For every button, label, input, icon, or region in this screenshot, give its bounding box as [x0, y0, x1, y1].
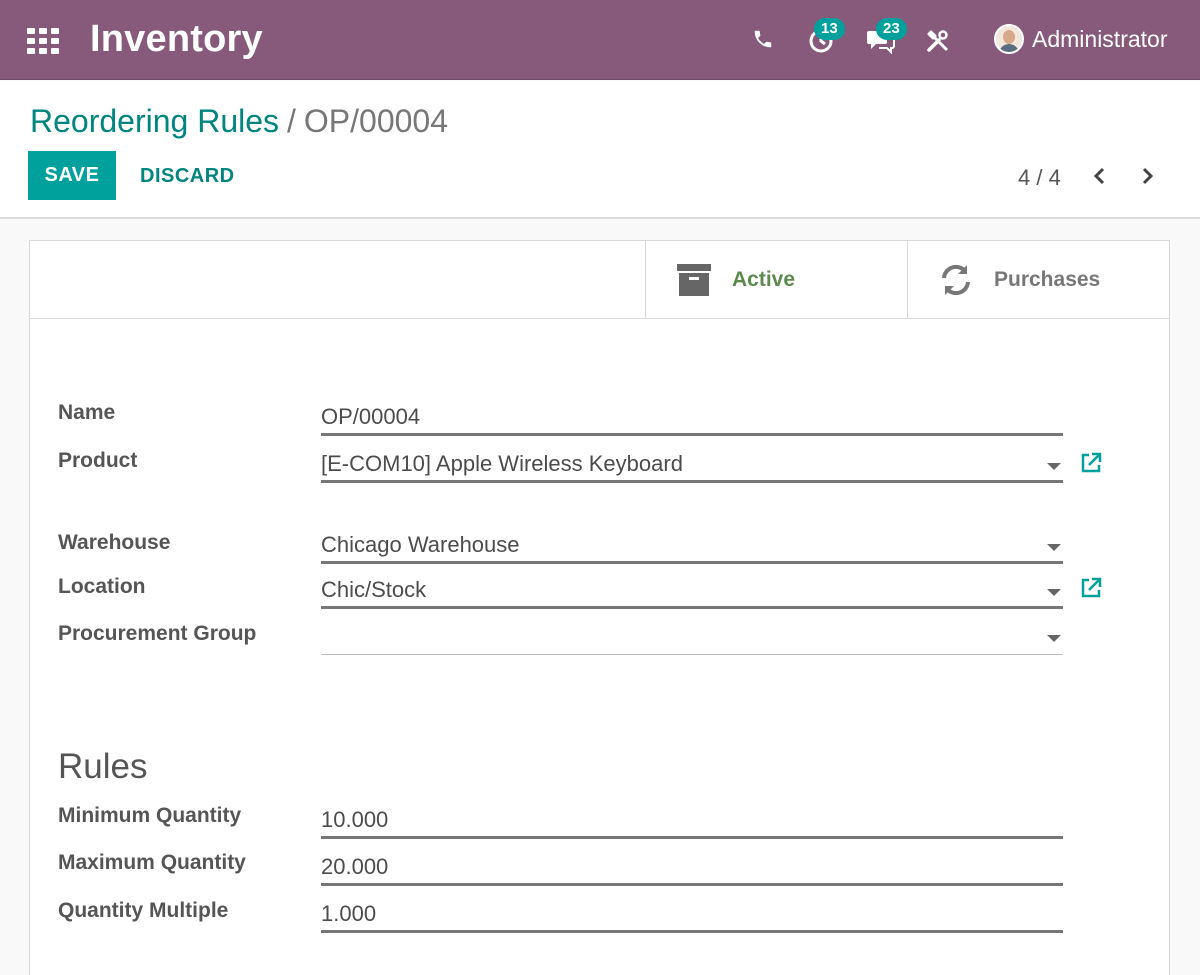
save-button[interactable]: SAVE [28, 151, 116, 200]
avatar [994, 24, 1024, 54]
pager-next-button[interactable] [1135, 161, 1159, 191]
chat-icon[interactable]: 23 [866, 18, 907, 54]
form-sheet: Active Purchases Name OP/00004 Product [… [29, 240, 1170, 975]
procurement-group-field[interactable] [321, 615, 1063, 655]
active-label: Active [732, 267, 796, 291]
product-label: Product [58, 449, 138, 472]
breadcrumb-parent-link[interactable]: Reordering Rules [30, 103, 279, 139]
user-menu[interactable]: Administrator [994, 24, 1167, 54]
chevron-right-icon [1142, 167, 1154, 185]
dropdown-caret-icon[interactable] [1047, 463, 1061, 470]
external-link-icon[interactable] [1079, 451, 1103, 475]
maximum-quantity-label: Maximum Quantity [58, 851, 246, 874]
location-field[interactable]: Chic/Stock [321, 569, 1063, 609]
maximum-quantity-field[interactable]: 20.000 [321, 846, 1063, 886]
name-label: Name [58, 401, 116, 424]
refresh-icon [942, 264, 970, 295]
quantity-multiple-field[interactable]: 1.000 [321, 893, 1063, 933]
message-count-badge: 23 [876, 18, 907, 40]
activity-clock-icon[interactable]: 13 [808, 18, 845, 54]
pager-previous-button[interactable] [1088, 161, 1112, 191]
breadcrumb: Reordering Rules / OP/00004 [30, 103, 448, 140]
breadcrumb-separator: / [287, 103, 296, 139]
breadcrumb-current: OP/00004 [303, 103, 449, 139]
minimum-quantity-value: 10.000 [321, 807, 389, 832]
apps-icon[interactable] [27, 28, 59, 54]
minimum-quantity-label: Minimum Quantity [58, 804, 242, 827]
rules-section-title: Rules [58, 747, 148, 786]
top-navbar: Inventory 13 23 Administrator [0, 0, 1200, 80]
warehouse-label: Warehouse [58, 531, 171, 554]
warehouse-field[interactable]: Chicago Warehouse [321, 524, 1063, 564]
phone-icon[interactable] [752, 28, 774, 50]
maximum-quantity-value: 20.000 [321, 854, 389, 879]
dropdown-caret-icon[interactable] [1047, 544, 1061, 551]
warehouse-value: Chicago Warehouse [321, 532, 520, 557]
dropdown-caret-icon[interactable] [1047, 635, 1061, 642]
product-field[interactable]: [E-COM10] Apple Wireless Keyboard [321, 443, 1063, 483]
quantity-multiple-label: Quantity Multiple [58, 899, 229, 922]
quantity-multiple-value: 1.000 [321, 901, 377, 926]
active-toggle-button[interactable]: Active [645, 241, 907, 318]
external-link-icon[interactable] [1079, 576, 1103, 600]
tools-icon[interactable] [926, 29, 950, 53]
control-panel: Reordering Rules / OP/00004 SAVE DISCARD 4… [0, 81, 1200, 219]
purchases-label: Purchases [994, 267, 1101, 291]
product-value: [E-COM10] Apple Wireless Keyboard [321, 451, 683, 476]
pager-value[interactable]: 4 / 4 [1018, 165, 1061, 191]
archive-icon [677, 263, 711, 296]
chevron-left-icon [1093, 167, 1105, 185]
activity-count-badge: 13 [814, 18, 845, 40]
user-name: Administrator [1032, 25, 1168, 52]
name-field[interactable]: OP/00004 [321, 396, 1063, 436]
discard-button[interactable]: DISCARD [140, 165, 235, 188]
dropdown-caret-icon[interactable] [1047, 589, 1061, 596]
purchases-button[interactable]: Purchases [907, 241, 1169, 318]
location-label: Location [58, 575, 146, 598]
button-box: Active Purchases [30, 241, 1169, 319]
minimum-quantity-field[interactable]: 10.000 [321, 799, 1063, 839]
location-value: Chic/Stock [321, 577, 427, 602]
name-value: OP/00004 [321, 404, 421, 429]
procurement-group-label: Procurement Group [58, 622, 257, 645]
app-title: Inventory [90, 18, 263, 60]
